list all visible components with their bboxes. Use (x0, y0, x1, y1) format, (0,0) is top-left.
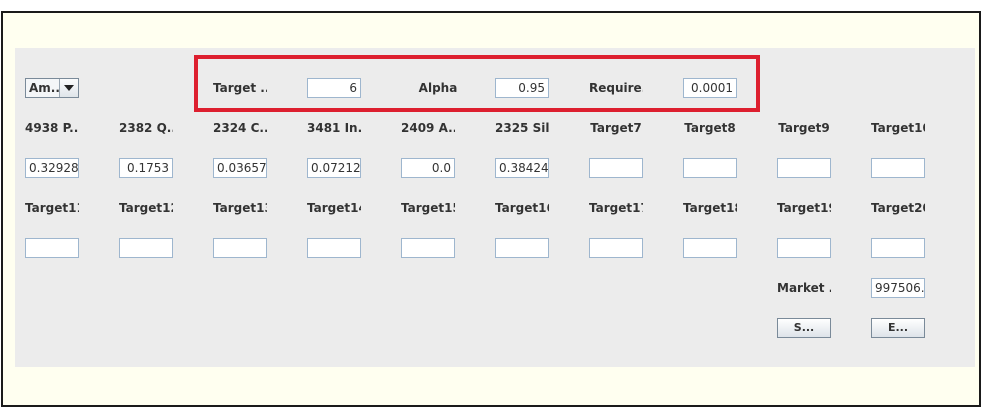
target-label-17: Target17 (589, 201, 643, 215)
target-label-2: 2382 Q... (119, 121, 173, 135)
target-label-14: Target14 (307, 201, 361, 215)
target-label-9: Target9 (778, 121, 830, 135)
s-button[interactable]: S... (777, 318, 831, 338)
target-label-7: Target7 (590, 121, 642, 135)
highlight-box (194, 55, 760, 112)
target-label-20: Target20 (871, 201, 925, 215)
weight-field-20[interactable] (871, 238, 925, 258)
weight-field-8[interactable] (683, 158, 737, 178)
weight-field-16[interactable] (495, 238, 549, 258)
weight-field-2[interactable]: 0.1753 (119, 158, 173, 178)
weight-field-14[interactable] (307, 238, 361, 258)
market-label: Market ... (777, 281, 831, 295)
target-label-1: 4938 P... (25, 121, 79, 135)
target-label-12: Target12 (119, 201, 173, 215)
target-label-3: 2324 C... (213, 121, 267, 135)
market-value-field[interactable]: 997506.2 (871, 278, 925, 298)
weight-field-13[interactable] (213, 238, 267, 258)
weight-field-12[interactable] (119, 238, 173, 258)
weight-field-18[interactable] (683, 238, 737, 258)
target-label-6: 2325 Sil... (495, 121, 549, 135)
weight-field-10[interactable] (871, 158, 925, 178)
target-label-13: Target13 (213, 201, 267, 215)
target-label-18: Target18 (683, 201, 737, 215)
weight-field-3[interactable]: 0.03657 (213, 158, 267, 178)
target-label-8: Target8 (684, 121, 736, 135)
target-label-16: Target16 (495, 201, 549, 215)
target-label-15: Target15 (401, 201, 455, 215)
weight-field-11[interactable] (25, 238, 79, 258)
target-label-10: Target10 (871, 121, 925, 135)
asset-combo-box[interactable]: Am... (25, 78, 79, 98)
weight-field-1[interactable]: 0.32928 (25, 158, 79, 178)
weight-field-19[interactable] (777, 238, 831, 258)
chevron-down-icon[interactable] (59, 79, 78, 97)
weight-field-4[interactable]: 0.07212 (307, 158, 361, 178)
e-button[interactable]: E... (871, 318, 925, 338)
target-label-19: Target19 (777, 201, 831, 215)
weight-field-9[interactable] (777, 158, 831, 178)
target-label-4: 3481 In... (307, 121, 361, 135)
weight-field-5[interactable]: 0.0 (401, 158, 455, 178)
weight-field-7[interactable] (589, 158, 643, 178)
weight-field-17[interactable] (589, 238, 643, 258)
weight-field-6[interactable]: 0.38424 (495, 158, 549, 178)
weight-field-15[interactable] (401, 238, 455, 258)
target-label-11: Target11 (25, 201, 79, 215)
target-label-5: 2409 A... (401, 121, 455, 135)
